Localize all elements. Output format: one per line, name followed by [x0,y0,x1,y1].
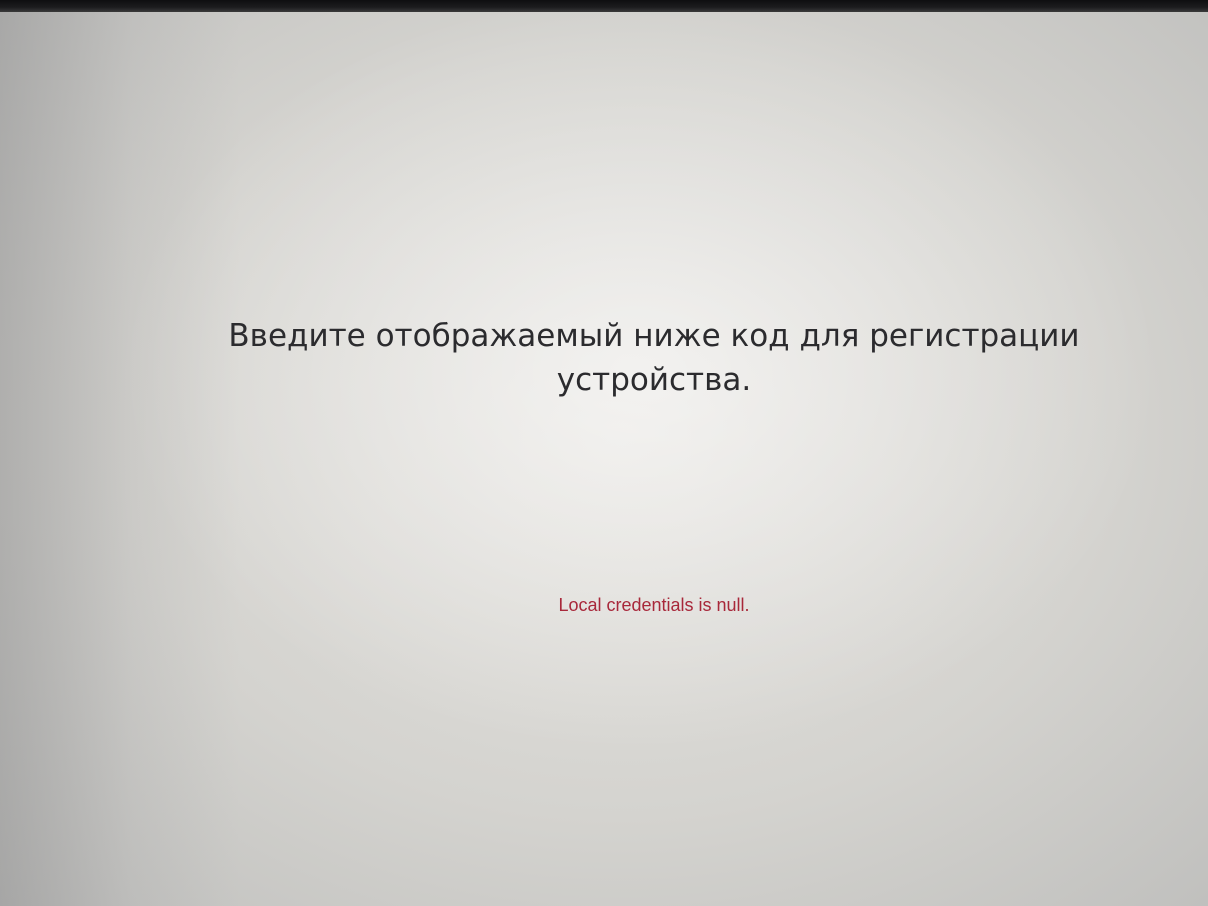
registration-prompt: Введите отображаемый ниже код для регист… [228,318,1080,398]
screen-bezel [0,0,1208,12]
error-message: Local credentials is null. [558,595,750,615]
screen-glare-shade [0,12,240,906]
